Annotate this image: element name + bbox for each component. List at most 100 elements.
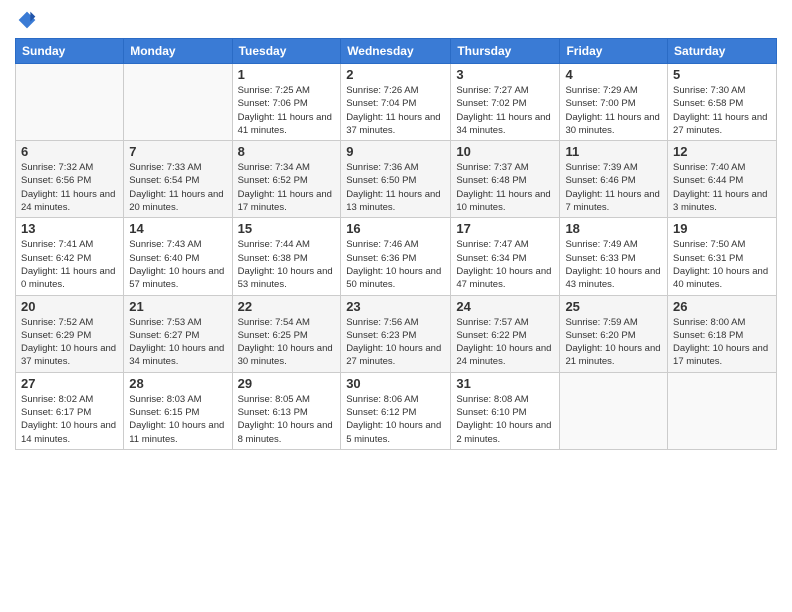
day-info: Sunrise: 7:59 AM Sunset: 6:20 PM Dayligh… xyxy=(565,316,662,369)
day-info: Sunrise: 7:27 AM Sunset: 7:02 PM Dayligh… xyxy=(456,84,554,137)
day-info: Sunrise: 7:29 AM Sunset: 7:00 PM Dayligh… xyxy=(565,84,662,137)
day-info: Sunrise: 8:03 AM Sunset: 6:15 PM Dayligh… xyxy=(129,393,226,446)
day-info: Sunrise: 7:47 AM Sunset: 6:34 PM Dayligh… xyxy=(456,238,554,291)
day-cell: 7 Sunrise: 7:33 AM Sunset: 6:54 PM Daylig… xyxy=(124,141,232,218)
day-cell: 22 Sunrise: 7:54 AM Sunset: 6:25 PM Dayli… xyxy=(232,295,341,372)
day-number: 5 xyxy=(673,67,771,82)
week-row-4: 20 Sunrise: 7:52 AM Sunset: 6:29 PM Dayli… xyxy=(16,295,777,372)
week-row-3: 13 Sunrise: 7:41 AM Sunset: 6:42 PM Dayli… xyxy=(16,218,777,295)
day-cell: 18Sunrise: 7:49 AM Sunset: 6:33 PM Dayli… xyxy=(560,218,668,295)
day-info: Sunrise: 7:25 AM Sunset: 7:06 PM Dayligh… xyxy=(238,84,336,137)
day-info: Sunrise: 8:06 AM Sunset: 6:12 PM Dayligh… xyxy=(346,393,445,446)
day-cell: 23 Sunrise: 7:56 AM Sunset: 6:23 PM Dayli… xyxy=(341,295,451,372)
logo xyxy=(15,10,37,30)
day-info: Sunrise: 7:50 AM Sunset: 6:31 PM Dayligh… xyxy=(673,238,771,291)
header xyxy=(15,10,777,30)
day-number: 24 xyxy=(456,299,554,314)
day-info: Sunrise: 7:54 AM Sunset: 6:25 PM Dayligh… xyxy=(238,316,336,369)
day-number: 11 xyxy=(565,144,662,159)
day-cell: 13 Sunrise: 7:41 AM Sunset: 6:42 PM Dayli… xyxy=(16,218,124,295)
day-number: 13 xyxy=(21,221,118,236)
day-cell: 9Sunrise: 7:36 AM Sunset: 6:50 PM Daylig… xyxy=(341,141,451,218)
day-info: Sunrise: 7:33 AM Sunset: 6:54 PM Dayligh… xyxy=(129,161,226,214)
day-number: 14 xyxy=(129,221,226,236)
day-info: Sunrise: 7:53 AM Sunset: 6:27 PM Dayligh… xyxy=(129,316,226,369)
day-cell: 25 Sunrise: 7:59 AM Sunset: 6:20 PM Dayli… xyxy=(560,295,668,372)
day-info: Sunrise: 7:44 AM Sunset: 6:38 PM Dayligh… xyxy=(238,238,336,291)
day-cell: 27 Sunrise: 8:02 AM Sunset: 6:17 PM Dayli… xyxy=(16,372,124,449)
header-row: SundayMondayTuesdayWednesdayThursdayFrid… xyxy=(16,39,777,64)
day-cell: 6Sunrise: 7:32 AM Sunset: 6:56 PM Daylig… xyxy=(16,141,124,218)
day-number: 20 xyxy=(21,299,118,314)
day-cell: 3 Sunrise: 7:27 AM Sunset: 7:02 PM Daylig… xyxy=(451,64,560,141)
day-cell: 5 Sunrise: 7:30 AM Sunset: 6:58 PM Daylig… xyxy=(668,64,777,141)
day-cell: 30 Sunrise: 8:06 AM Sunset: 6:12 PM Dayli… xyxy=(341,372,451,449)
week-row-1: 1 Sunrise: 7:25 AM Sunset: 7:06 PM Daylig… xyxy=(16,64,777,141)
day-info: Sunrise: 8:08 AM Sunset: 6:10 PM Dayligh… xyxy=(456,393,554,446)
header-cell-friday: Friday xyxy=(560,39,668,64)
header-cell-sunday: Sunday xyxy=(16,39,124,64)
day-number: 26 xyxy=(673,299,771,314)
day-cell: 28 Sunrise: 8:03 AM Sunset: 6:15 PM Dayli… xyxy=(124,372,232,449)
day-info: Sunrise: 7:34 AM Sunset: 6:52 PM Dayligh… xyxy=(238,161,336,214)
day-cell: 21Sunrise: 7:53 AM Sunset: 6:27 PM Dayli… xyxy=(124,295,232,372)
day-info: Sunrise: 7:32 AM Sunset: 6:56 PM Dayligh… xyxy=(21,161,118,214)
day-info: Sunrise: 7:57 AM Sunset: 6:22 PM Dayligh… xyxy=(456,316,554,369)
day-cell: 14 Sunrise: 7:43 AM Sunset: 6:40 PM Dayli… xyxy=(124,218,232,295)
day-info: Sunrise: 7:37 AM Sunset: 6:48 PM Dayligh… xyxy=(456,161,554,214)
day-number: 16 xyxy=(346,221,445,236)
day-cell: 16 Sunrise: 7:46 AM Sunset: 6:36 PM Dayli… xyxy=(341,218,451,295)
day-cell xyxy=(668,372,777,449)
day-number: 9 xyxy=(346,144,445,159)
day-number: 2 xyxy=(346,67,445,82)
day-info: Sunrise: 7:40 AM Sunset: 6:44 PM Dayligh… xyxy=(673,161,771,214)
day-info: Sunrise: 8:05 AM Sunset: 6:13 PM Dayligh… xyxy=(238,393,336,446)
day-number: 22 xyxy=(238,299,336,314)
header-cell-wednesday: Wednesday xyxy=(341,39,451,64)
day-number: 17 xyxy=(456,221,554,236)
header-cell-saturday: Saturday xyxy=(668,39,777,64)
day-cell: 19 Sunrise: 7:50 AM Sunset: 6:31 PM Dayli… xyxy=(668,218,777,295)
day-number: 3 xyxy=(456,67,554,82)
day-info: Sunrise: 8:02 AM Sunset: 6:17 PM Dayligh… xyxy=(21,393,118,446)
day-number: 27 xyxy=(21,376,118,391)
day-info: Sunrise: 7:41 AM Sunset: 6:42 PM Dayligh… xyxy=(21,238,118,291)
day-info: Sunrise: 8:00 AM Sunset: 6:18 PM Dayligh… xyxy=(673,316,771,369)
day-info: Sunrise: 7:49 AM Sunset: 6:33 PM Dayligh… xyxy=(565,238,662,291)
day-number: 8 xyxy=(238,144,336,159)
day-cell xyxy=(560,372,668,449)
day-info: Sunrise: 7:26 AM Sunset: 7:04 PM Dayligh… xyxy=(346,84,445,137)
header-cell-tuesday: Tuesday xyxy=(232,39,341,64)
header-cell-thursday: Thursday xyxy=(451,39,560,64)
week-row-2: 6Sunrise: 7:32 AM Sunset: 6:56 PM Daylig… xyxy=(16,141,777,218)
calendar-page: SundayMondayTuesdayWednesdayThursdayFrid… xyxy=(0,0,792,612)
day-info: Sunrise: 7:52 AM Sunset: 6:29 PM Dayligh… xyxy=(21,316,118,369)
day-number: 25 xyxy=(565,299,662,314)
day-info: Sunrise: 7:39 AM Sunset: 6:46 PM Dayligh… xyxy=(565,161,662,214)
day-cell xyxy=(124,64,232,141)
day-cell: 8 Sunrise: 7:34 AM Sunset: 6:52 PM Daylig… xyxy=(232,141,341,218)
day-number: 19 xyxy=(673,221,771,236)
header-cell-monday: Monday xyxy=(124,39,232,64)
day-cell: 26 Sunrise: 8:00 AM Sunset: 6:18 PM Dayli… xyxy=(668,295,777,372)
day-number: 1 xyxy=(238,67,336,82)
day-number: 7 xyxy=(129,144,226,159)
day-info: Sunrise: 7:43 AM Sunset: 6:40 PM Dayligh… xyxy=(129,238,226,291)
calendar-table: SundayMondayTuesdayWednesdayThursdayFrid… xyxy=(15,38,777,450)
day-number: 30 xyxy=(346,376,445,391)
day-cell: 15 Sunrise: 7:44 AM Sunset: 6:38 PM Dayli… xyxy=(232,218,341,295)
week-row-5: 27 Sunrise: 8:02 AM Sunset: 6:17 PM Dayli… xyxy=(16,372,777,449)
day-info: Sunrise: 7:30 AM Sunset: 6:58 PM Dayligh… xyxy=(673,84,771,137)
day-number: 15 xyxy=(238,221,336,236)
day-info: Sunrise: 7:46 AM Sunset: 6:36 PM Dayligh… xyxy=(346,238,445,291)
logo-text xyxy=(15,10,37,30)
day-info: Sunrise: 7:56 AM Sunset: 6:23 PM Dayligh… xyxy=(346,316,445,369)
day-number: 10 xyxy=(456,144,554,159)
day-cell: 17 Sunrise: 7:47 AM Sunset: 6:34 PM Dayli… xyxy=(451,218,560,295)
day-cell: 4Sunrise: 7:29 AM Sunset: 7:00 PM Daylig… xyxy=(560,64,668,141)
day-cell: 11 Sunrise: 7:39 AM Sunset: 6:46 PM Dayli… xyxy=(560,141,668,218)
day-number: 12 xyxy=(673,144,771,159)
day-cell: 12 Sunrise: 7:40 AM Sunset: 6:44 PM Dayli… xyxy=(668,141,777,218)
day-number: 28 xyxy=(129,376,226,391)
day-number: 23 xyxy=(346,299,445,314)
